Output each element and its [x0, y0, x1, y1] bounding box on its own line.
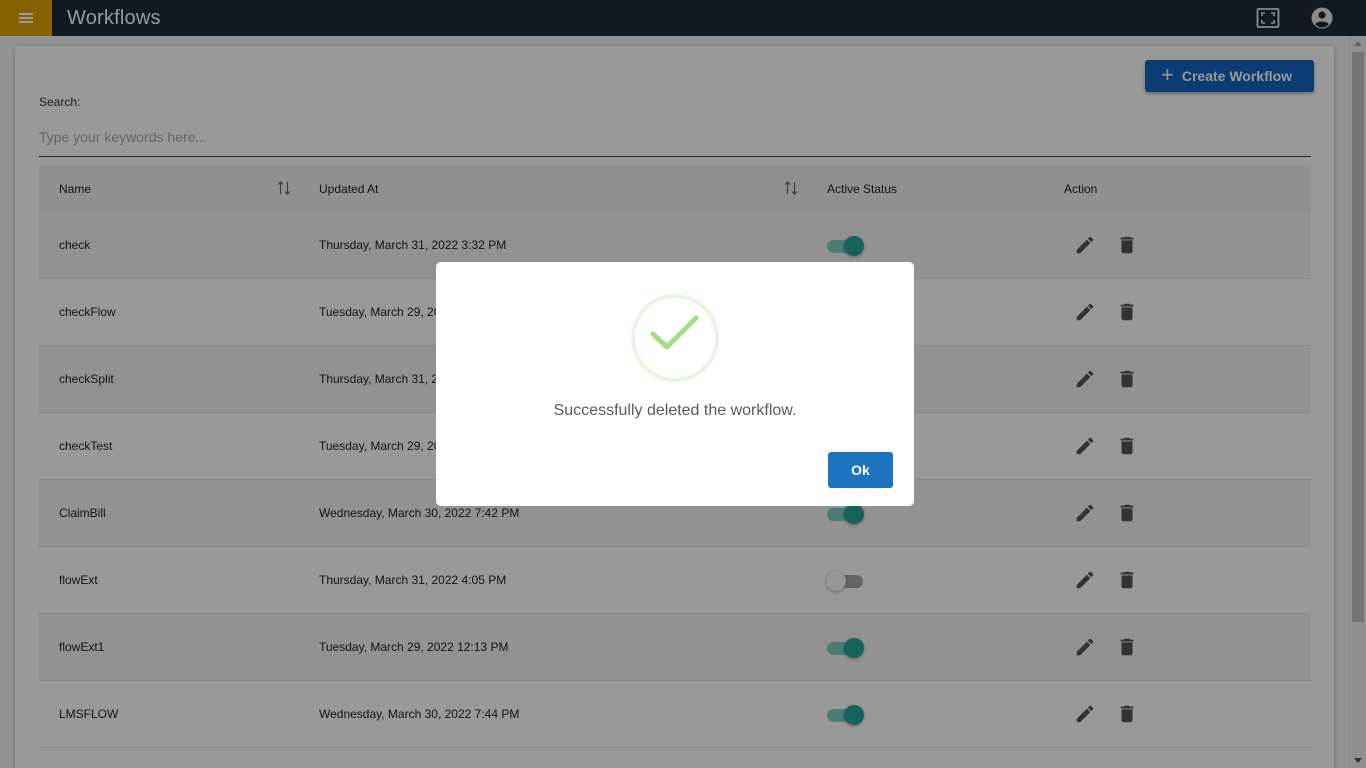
- ok-button[interactable]: Ok: [828, 452, 893, 488]
- checkmark-icon: [650, 315, 699, 350]
- success-check-icon: [631, 294, 719, 382]
- dialog-message: Successfully deleted the workflow.: [553, 402, 797, 419]
- success-dialog: Successfully deleted the workflow. Ok: [436, 262, 914, 506]
